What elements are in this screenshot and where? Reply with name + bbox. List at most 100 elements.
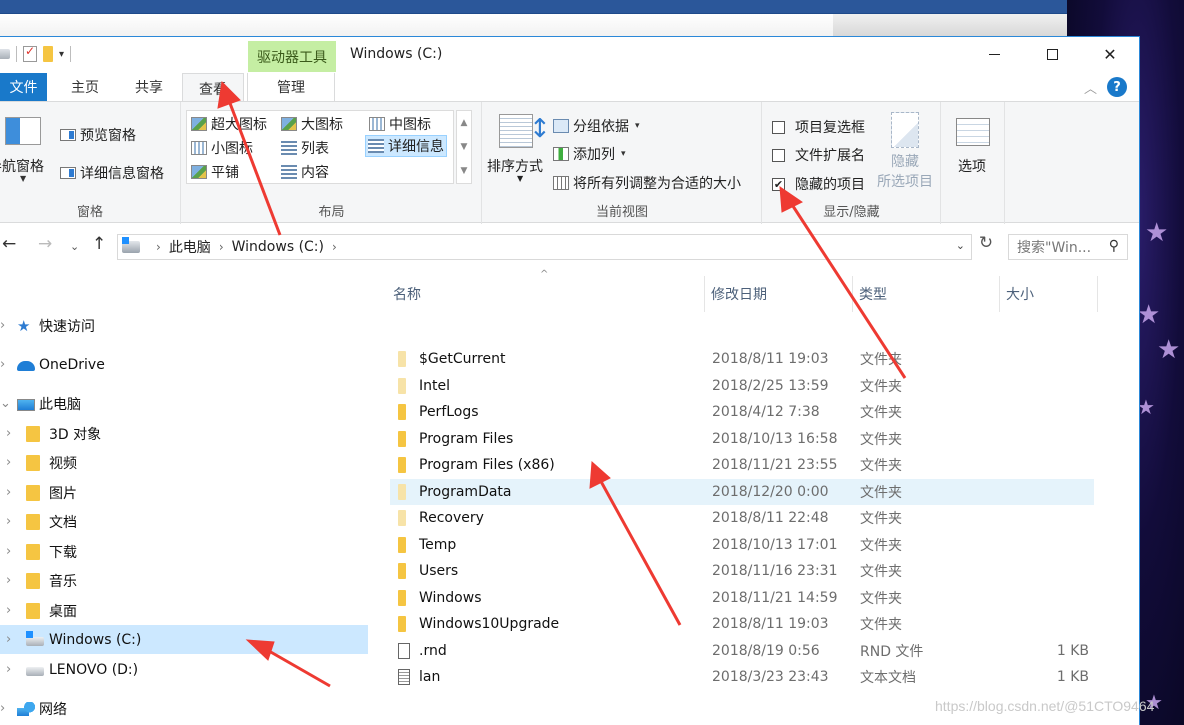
column-header-date[interactable]: 修改日期: [705, 276, 853, 312]
expand-chevron-icon[interactable]: ›: [6, 573, 11, 588]
preview-pane-button[interactable]: 预览窗格: [60, 125, 136, 145]
layout-gallery-scrollbar[interactable]: ▲ ▼ ▼: [456, 110, 472, 184]
add-column-button[interactable]: 添加列 ▾: [553, 144, 626, 164]
layout-content[interactable]: 内容: [279, 161, 331, 183]
nav-item[interactable]: › 文档: [0, 507, 368, 536]
file-row[interactable]: Program Files 2018/10/13 16:58 文件夹: [390, 426, 1094, 452]
nav-item[interactable]: › OneDrive: [0, 350, 368, 379]
search-input[interactable]: 搜索"Win... ⚲: [1008, 234, 1128, 260]
expand-chevron-icon[interactable]: ›: [0, 318, 5, 333]
tab-home[interactable]: 主页: [60, 73, 110, 101]
layout-tiles[interactable]: 平铺: [189, 161, 241, 183]
expand-chevron-icon[interactable]: ›: [6, 632, 11, 647]
properties-icon[interactable]: [23, 44, 37, 62]
new-folder-icon[interactable]: [43, 46, 53, 62]
minimize-button[interactable]: [965, 37, 1023, 71]
layout-extra-large-icons[interactable]: 超大图标: [189, 113, 269, 135]
expand-chevron-icon[interactable]: ›: [0, 357, 5, 372]
nav-item[interactable]: › 视频: [0, 448, 368, 477]
checkbox-checked[interactable]: ✔: [772, 177, 785, 191]
recent-locations-button[interactable]: ⌄: [70, 240, 79, 253]
caption-buttons: ✕: [965, 37, 1139, 71]
nav-item[interactable]: › 3D 对象: [0, 419, 368, 448]
expand-chevron-icon[interactable]: ›: [6, 514, 11, 529]
nav-item[interactable]: › 音乐: [0, 566, 368, 595]
scroll-down-icon[interactable]: ▼: [461, 142, 468, 152]
nav-item[interactable]: ⌄ 此电脑: [0, 389, 368, 418]
column-header-size[interactable]: 大小: [1000, 276, 1098, 312]
up-button[interactable]: ↑: [92, 234, 106, 254]
layout-medium-icons[interactable]: 中图标: [367, 113, 433, 135]
file-row[interactable]: Intel 2018/2/25 13:59 文件夹: [390, 373, 1094, 399]
file-row[interactable]: Windows10Upgrade 2018/8/11 19:03 文件夹: [390, 611, 1094, 637]
column-header-type[interactable]: 类型: [853, 276, 1000, 312]
expand-chevron-icon[interactable]: ›: [6, 603, 11, 618]
layout-details[interactable]: 详细信息: [365, 135, 447, 157]
layout-large-icons[interactable]: 大图标: [279, 113, 345, 135]
file-row[interactable]: Windows 2018/11/21 14:59 文件夹: [390, 585, 1094, 611]
column-header-name[interactable]: 名称: [387, 276, 705, 312]
fit-columns-button[interactable]: 将所有列调整为合适的大小: [553, 173, 741, 193]
nav-item[interactable]: › 网络: [0, 694, 368, 723]
checkbox-unchecked[interactable]: [772, 148, 785, 162]
collapse-chevron-icon[interactable]: ⌄: [0, 396, 11, 411]
tab-manage[interactable]: 管理: [247, 73, 335, 101]
file-row[interactable]: PerfLogs 2018/4/12 7:38 文件夹: [390, 399, 1094, 425]
maximize-button[interactable]: [1023, 37, 1081, 71]
group-by-button[interactable]: 分组依据 ▾: [553, 116, 640, 136]
layout-list[interactable]: 列表: [279, 137, 331, 159]
nav-item[interactable]: › Windows (C:): [0, 625, 368, 654]
expand-chevron-icon[interactable]: ›: [6, 426, 11, 441]
checkbox-unchecked[interactable]: [772, 120, 785, 134]
expand-chevron-icon[interactable]: ›: [6, 544, 11, 559]
expand-chevron-icon[interactable]: ›: [0, 701, 5, 716]
nav-item[interactable]: › ★ 快速访问: [0, 311, 368, 340]
file-row[interactable]: $GetCurrent 2018/8/11 19:03 文件夹: [390, 346, 1094, 372]
item-checkboxes-label: 项目复选框: [795, 120, 865, 136]
refresh-button[interactable]: ↻: [975, 233, 997, 259]
forward-button[interactable]: →: [38, 234, 52, 254]
file-row[interactable]: Users 2018/11/16 23:31 文件夹: [390, 558, 1094, 584]
back-button[interactable]: ←: [2, 234, 16, 254]
customize-toolbar-dropdown-icon[interactable]: ▾: [59, 49, 64, 60]
nav-item[interactable]: › LENOVO (D:): [0, 655, 368, 684]
expand-chevron-icon[interactable]: ›: [6, 662, 11, 677]
sort-by-button[interactable]: ↕ 排序方式 ▼: [483, 102, 551, 202]
collapse-ribbon-icon[interactable]: ︿: [1084, 78, 1097, 97]
nav-item[interactable]: › 下载: [0, 537, 368, 566]
hide-selected-items-button[interactable]: 隐藏 所选项目: [875, 112, 935, 192]
address-bar[interactable]: › 此电脑 › Windows (C:) › ⌄: [117, 234, 972, 260]
expand-chevron-icon[interactable]: ›: [6, 485, 11, 500]
dropdown-arrow-icon: ▾: [635, 121, 640, 131]
nav-item[interactable]: › 桌面: [0, 596, 368, 625]
breadcrumb-this-pc[interactable]: 此电脑: [169, 237, 211, 257]
item-checkboxes-toggle[interactable]: 项目复选框: [772, 117, 865, 137]
options-button[interactable]: 选项: [942, 102, 1005, 202]
navigation-pane-button[interactable]: 导航窗格 ▼: [0, 102, 54, 202]
file-row[interactable]: .rnd 2018/8/19 0:56 RND 文件 1 KB: [390, 638, 1094, 664]
file-row[interactable]: ProgramData 2018/12/20 0:00 文件夹: [390, 478, 1094, 505]
layout-small-icons[interactable]: 小图标: [189, 137, 255, 159]
tab-view[interactable]: 查看: [182, 73, 244, 103]
file-row[interactable]: lan 2018/3/23 23:43 文本文档 1 KB: [390, 664, 1094, 690]
scroll-up-icon[interactable]: ▲: [461, 118, 468, 128]
help-icon[interactable]: ?: [1107, 77, 1127, 97]
close-button[interactable]: ✕: [1081, 37, 1139, 71]
hidden-items-toggle[interactable]: ✔ 隐藏的项目: [772, 174, 865, 194]
expand-chevron-icon[interactable]: ›: [6, 455, 11, 470]
expand-gallery-icon[interactable]: ▼: [461, 166, 468, 176]
address-history-dropdown-icon[interactable]: ⌄: [956, 239, 965, 252]
breadcrumb-chevron-icon[interactable]: ›: [156, 240, 161, 254]
file-row[interactable]: Temp 2018/10/13 17:01 文件夹: [390, 532, 1094, 558]
file-row[interactable]: Program Files (x86) 2018/11/21 23:55 文件夹: [390, 452, 1094, 478]
details-pane-button[interactable]: 详细信息窗格: [60, 163, 164, 183]
breadcrumb-chevron-icon[interactable]: ›: [219, 240, 224, 254]
breadcrumb-windows-c[interactable]: Windows (C:): [232, 239, 324, 255]
tab-share[interactable]: 共享: [122, 73, 176, 101]
file-extensions-toggle[interactable]: 文件扩展名: [772, 145, 865, 165]
file-row[interactable]: Recovery 2018/8/11 22:48 文件夹: [390, 505, 1094, 531]
tab-file[interactable]: 文件: [0, 73, 47, 101]
nav-item[interactable]: › 图片: [0, 478, 368, 507]
breadcrumb-chevron-icon[interactable]: ›: [332, 240, 337, 254]
search-icon[interactable]: ⚲: [1109, 238, 1119, 254]
